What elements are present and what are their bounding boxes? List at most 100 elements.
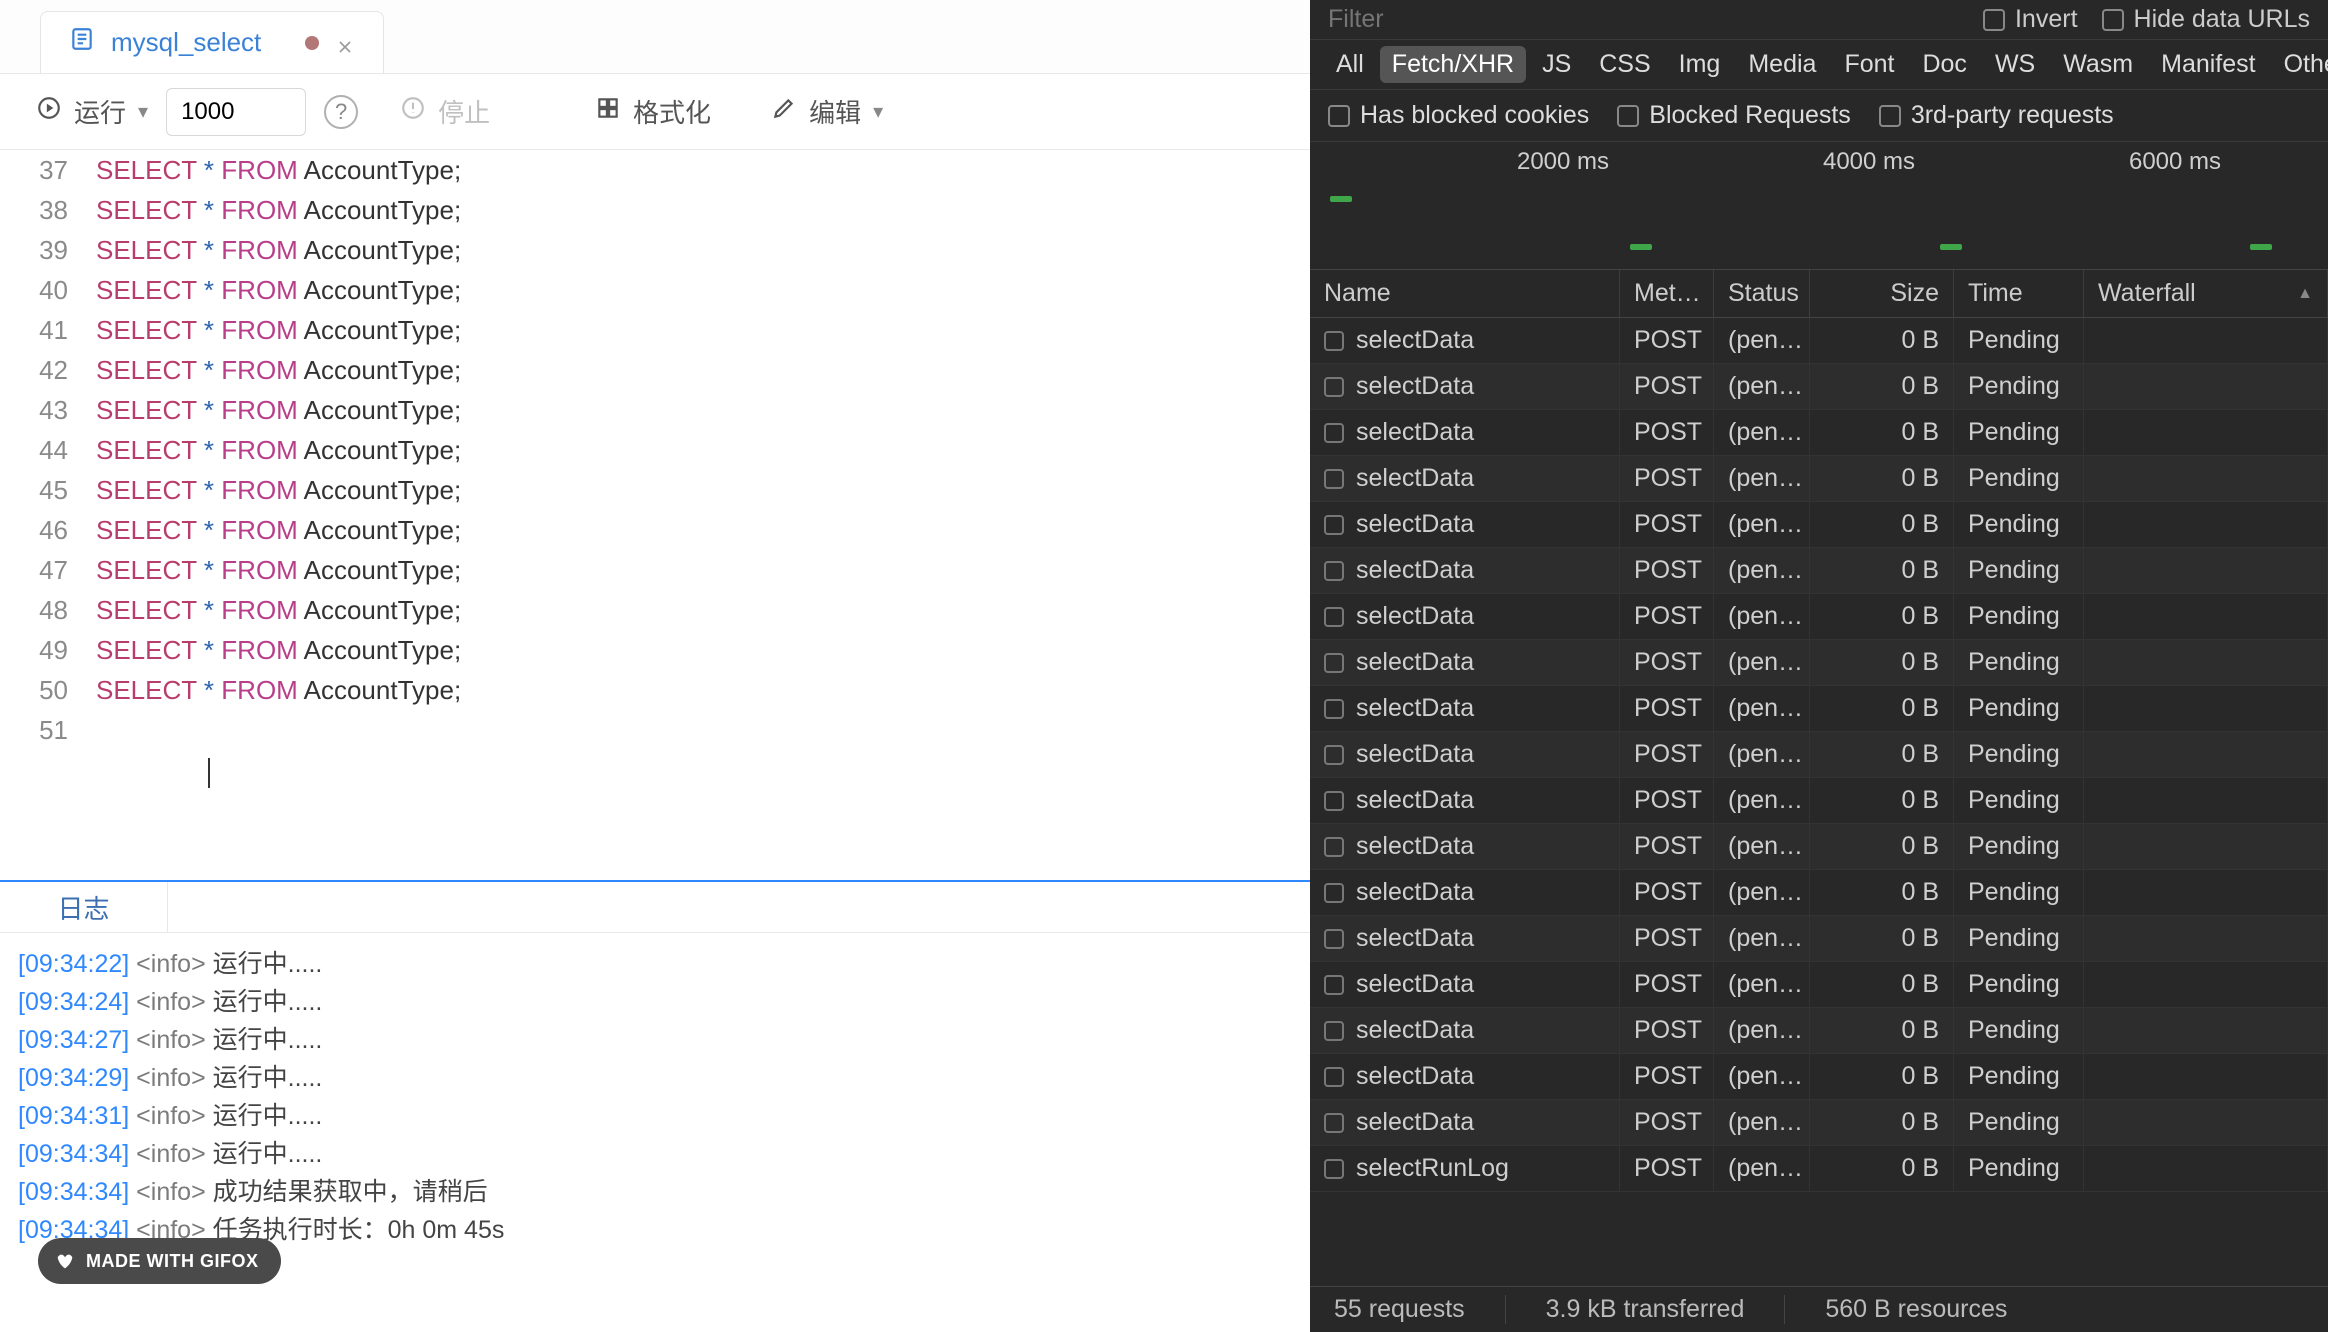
request-row[interactable]: selectDataPOST(pen…0 BPending (1310, 870, 2328, 916)
filter-chip-other[interactable]: Other (2272, 46, 2328, 83)
timeline-tick: 4000 ms (1823, 148, 1915, 176)
code-line[interactable]: SELECT * FROM AccountType; (96, 350, 1310, 390)
sort-asc-icon: ▲ (2297, 285, 2313, 303)
help-icon[interactable]: ? (324, 95, 358, 129)
network-footer: 55 requests 3.9 kB transferred 560 B res… (1310, 1286, 2328, 1332)
filter-chip-fetchxhr[interactable]: Fetch/XHR (1380, 46, 1526, 83)
request-row[interactable]: selectDataPOST(pen…0 BPending (1310, 1054, 2328, 1100)
line-number-gutter: 373839404142434445464748495051 (0, 150, 96, 880)
code-line[interactable] (96, 710, 1310, 750)
code-line[interactable]: SELECT * FROM AccountType; (96, 430, 1310, 470)
checkbox-icon[interactable] (1324, 1021, 1344, 1041)
checkbox-icon[interactable] (1324, 929, 1344, 949)
checkbox-icon (1983, 9, 2005, 31)
code-line[interactable]: SELECT * FROM AccountType; (96, 550, 1310, 590)
request-row[interactable]: selectRunLogPOST(pen…0 BPending (1310, 1146, 2328, 1192)
request-row[interactable]: selectDataPOST(pen…0 BPending (1310, 502, 2328, 548)
request-row[interactable]: selectDataPOST(pen…0 BPending (1310, 778, 2328, 824)
filter-chip-ws[interactable]: WS (1983, 46, 2047, 83)
tab-mysql-select[interactable]: mysql_select (40, 11, 384, 73)
request-row[interactable]: selectDataPOST(pen…0 BPending (1310, 1008, 2328, 1054)
request-row[interactable]: selectDataPOST(pen…0 BPending (1310, 686, 2328, 732)
code-line[interactable]: SELECT * FROM AccountType; (96, 310, 1310, 350)
code-line[interactable]: SELECT * FROM AccountType; (96, 670, 1310, 710)
checkbox-icon (1328, 105, 1350, 127)
request-row[interactable]: selectDataPOST(pen…0 BPending (1310, 364, 2328, 410)
code-line[interactable]: SELECT * FROM AccountType; (96, 510, 1310, 550)
format-button[interactable]: 格式化 (595, 93, 711, 130)
request-row[interactable]: selectDataPOST(pen…0 BPending (1310, 548, 2328, 594)
filter-chip-js[interactable]: JS (1530, 46, 1583, 83)
checkbox-icon[interactable] (1324, 469, 1344, 489)
checkbox-icon[interactable] (1324, 791, 1344, 811)
request-row[interactable]: selectDataPOST(pen…0 BPending (1310, 640, 2328, 686)
blocked-requests-checkbox[interactable]: Blocked Requests (1617, 101, 1851, 130)
checkbox-icon[interactable] (1324, 653, 1344, 673)
timeline[interactable]: 2000 ms4000 ms6000 ms (1310, 142, 2328, 270)
checkbox-icon[interactable] (1324, 515, 1344, 535)
request-row[interactable]: selectDataPOST(pen…0 BPending (1310, 594, 2328, 640)
sql-editor[interactable]: 373839404142434445464748495051 SELECT * … (0, 150, 1310, 880)
checkbox-icon[interactable] (1324, 377, 1344, 397)
code-line[interactable]: SELECT * FROM AccountType; (96, 230, 1310, 270)
gifox-badge: MADE WITH GIFOX (38, 1238, 281, 1284)
editor-tabs: mysql_select (0, 0, 1310, 74)
checkbox-icon[interactable] (1324, 331, 1344, 351)
run-button[interactable]: 运行 ▾ (36, 93, 148, 130)
close-icon[interactable] (335, 33, 355, 53)
filter-chip-all[interactable]: All (1324, 46, 1376, 83)
blocked-cookies-checkbox[interactable]: Has blocked cookies (1328, 101, 1589, 130)
checkbox-icon[interactable] (1324, 1067, 1344, 1087)
col-name[interactable]: Name (1310, 270, 1620, 317)
checkbox-icon[interactable] (1324, 975, 1344, 995)
request-row[interactable]: selectDataPOST(pen…0 BPending (1310, 456, 2328, 502)
col-time[interactable]: Time (1954, 270, 2084, 317)
filter-input[interactable] (1328, 5, 1959, 34)
code-line[interactable]: SELECT * FROM AccountType; (96, 590, 1310, 630)
code-line[interactable]: SELECT * FROM AccountType; (96, 270, 1310, 310)
edit-button[interactable]: 编辑 ▾ (771, 93, 883, 130)
filter-chip-img[interactable]: Img (1667, 46, 1733, 83)
code-line[interactable]: SELECT * FROM AccountType; (96, 190, 1310, 230)
gifox-icon (54, 1250, 76, 1272)
checkbox-icon[interactable] (1324, 561, 1344, 581)
checkbox-icon[interactable] (1324, 423, 1344, 443)
filter-chip-media[interactable]: Media (1736, 46, 1828, 83)
code-line[interactable]: SELECT * FROM AccountType; (96, 470, 1310, 510)
checkbox-icon[interactable] (1324, 1159, 1344, 1179)
network-table-body[interactable]: selectDataPOST(pen…0 BPendingselectDataP… (1310, 318, 2328, 1286)
request-row[interactable]: selectDataPOST(pen…0 BPending (1310, 962, 2328, 1008)
col-size[interactable]: Size (1810, 270, 1954, 317)
checkbox-icon (1879, 105, 1901, 127)
request-row[interactable]: selectDataPOST(pen…0 BPending (1310, 916, 2328, 962)
log-line: [09:34:22] <info> 运行中..... (18, 945, 1292, 983)
filter-chip-font[interactable]: Font (1832, 46, 1906, 83)
filter-chip-css[interactable]: CSS (1587, 46, 1662, 83)
request-row[interactable]: selectDataPOST(pen…0 BPending (1310, 824, 2328, 870)
filter-chip-manifest[interactable]: Manifest (2149, 46, 2267, 83)
code-area[interactable]: SELECT * FROM AccountType;SELECT * FROM … (96, 150, 1310, 880)
checkbox-icon[interactable] (1324, 699, 1344, 719)
checkbox-icon[interactable] (1324, 1113, 1344, 1133)
request-row[interactable]: selectDataPOST(pen…0 BPending (1310, 410, 2328, 456)
checkbox-icon[interactable] (1324, 883, 1344, 903)
col-method[interactable]: Met… (1620, 270, 1714, 317)
row-limit-input[interactable] (166, 88, 306, 136)
code-line[interactable]: SELECT * FROM AccountType; (96, 150, 1310, 190)
tab-log[interactable]: 日志 (0, 882, 168, 932)
hide-urls-checkbox[interactable]: Hide data URLs (2102, 5, 2310, 34)
request-row[interactable]: selectDataPOST(pen…0 BPending (1310, 318, 2328, 364)
col-status[interactable]: Status (1714, 270, 1810, 317)
checkbox-icon[interactable] (1324, 837, 1344, 857)
col-waterfall[interactable]: Waterfall▲ (2084, 270, 2328, 317)
checkbox-icon[interactable] (1324, 607, 1344, 627)
third-party-checkbox[interactable]: 3rd-party requests (1879, 101, 2114, 130)
code-line[interactable]: SELECT * FROM AccountType; (96, 390, 1310, 430)
request-row[interactable]: selectDataPOST(pen…0 BPending (1310, 1100, 2328, 1146)
filter-chip-wasm[interactable]: Wasm (2051, 46, 2145, 83)
checkbox-icon[interactable] (1324, 745, 1344, 765)
invert-checkbox[interactable]: Invert (1983, 5, 2078, 34)
code-line[interactable]: SELECT * FROM AccountType; (96, 630, 1310, 670)
filter-chip-doc[interactable]: Doc (1910, 46, 1978, 83)
request-row[interactable]: selectDataPOST(pen…0 BPending (1310, 732, 2328, 778)
